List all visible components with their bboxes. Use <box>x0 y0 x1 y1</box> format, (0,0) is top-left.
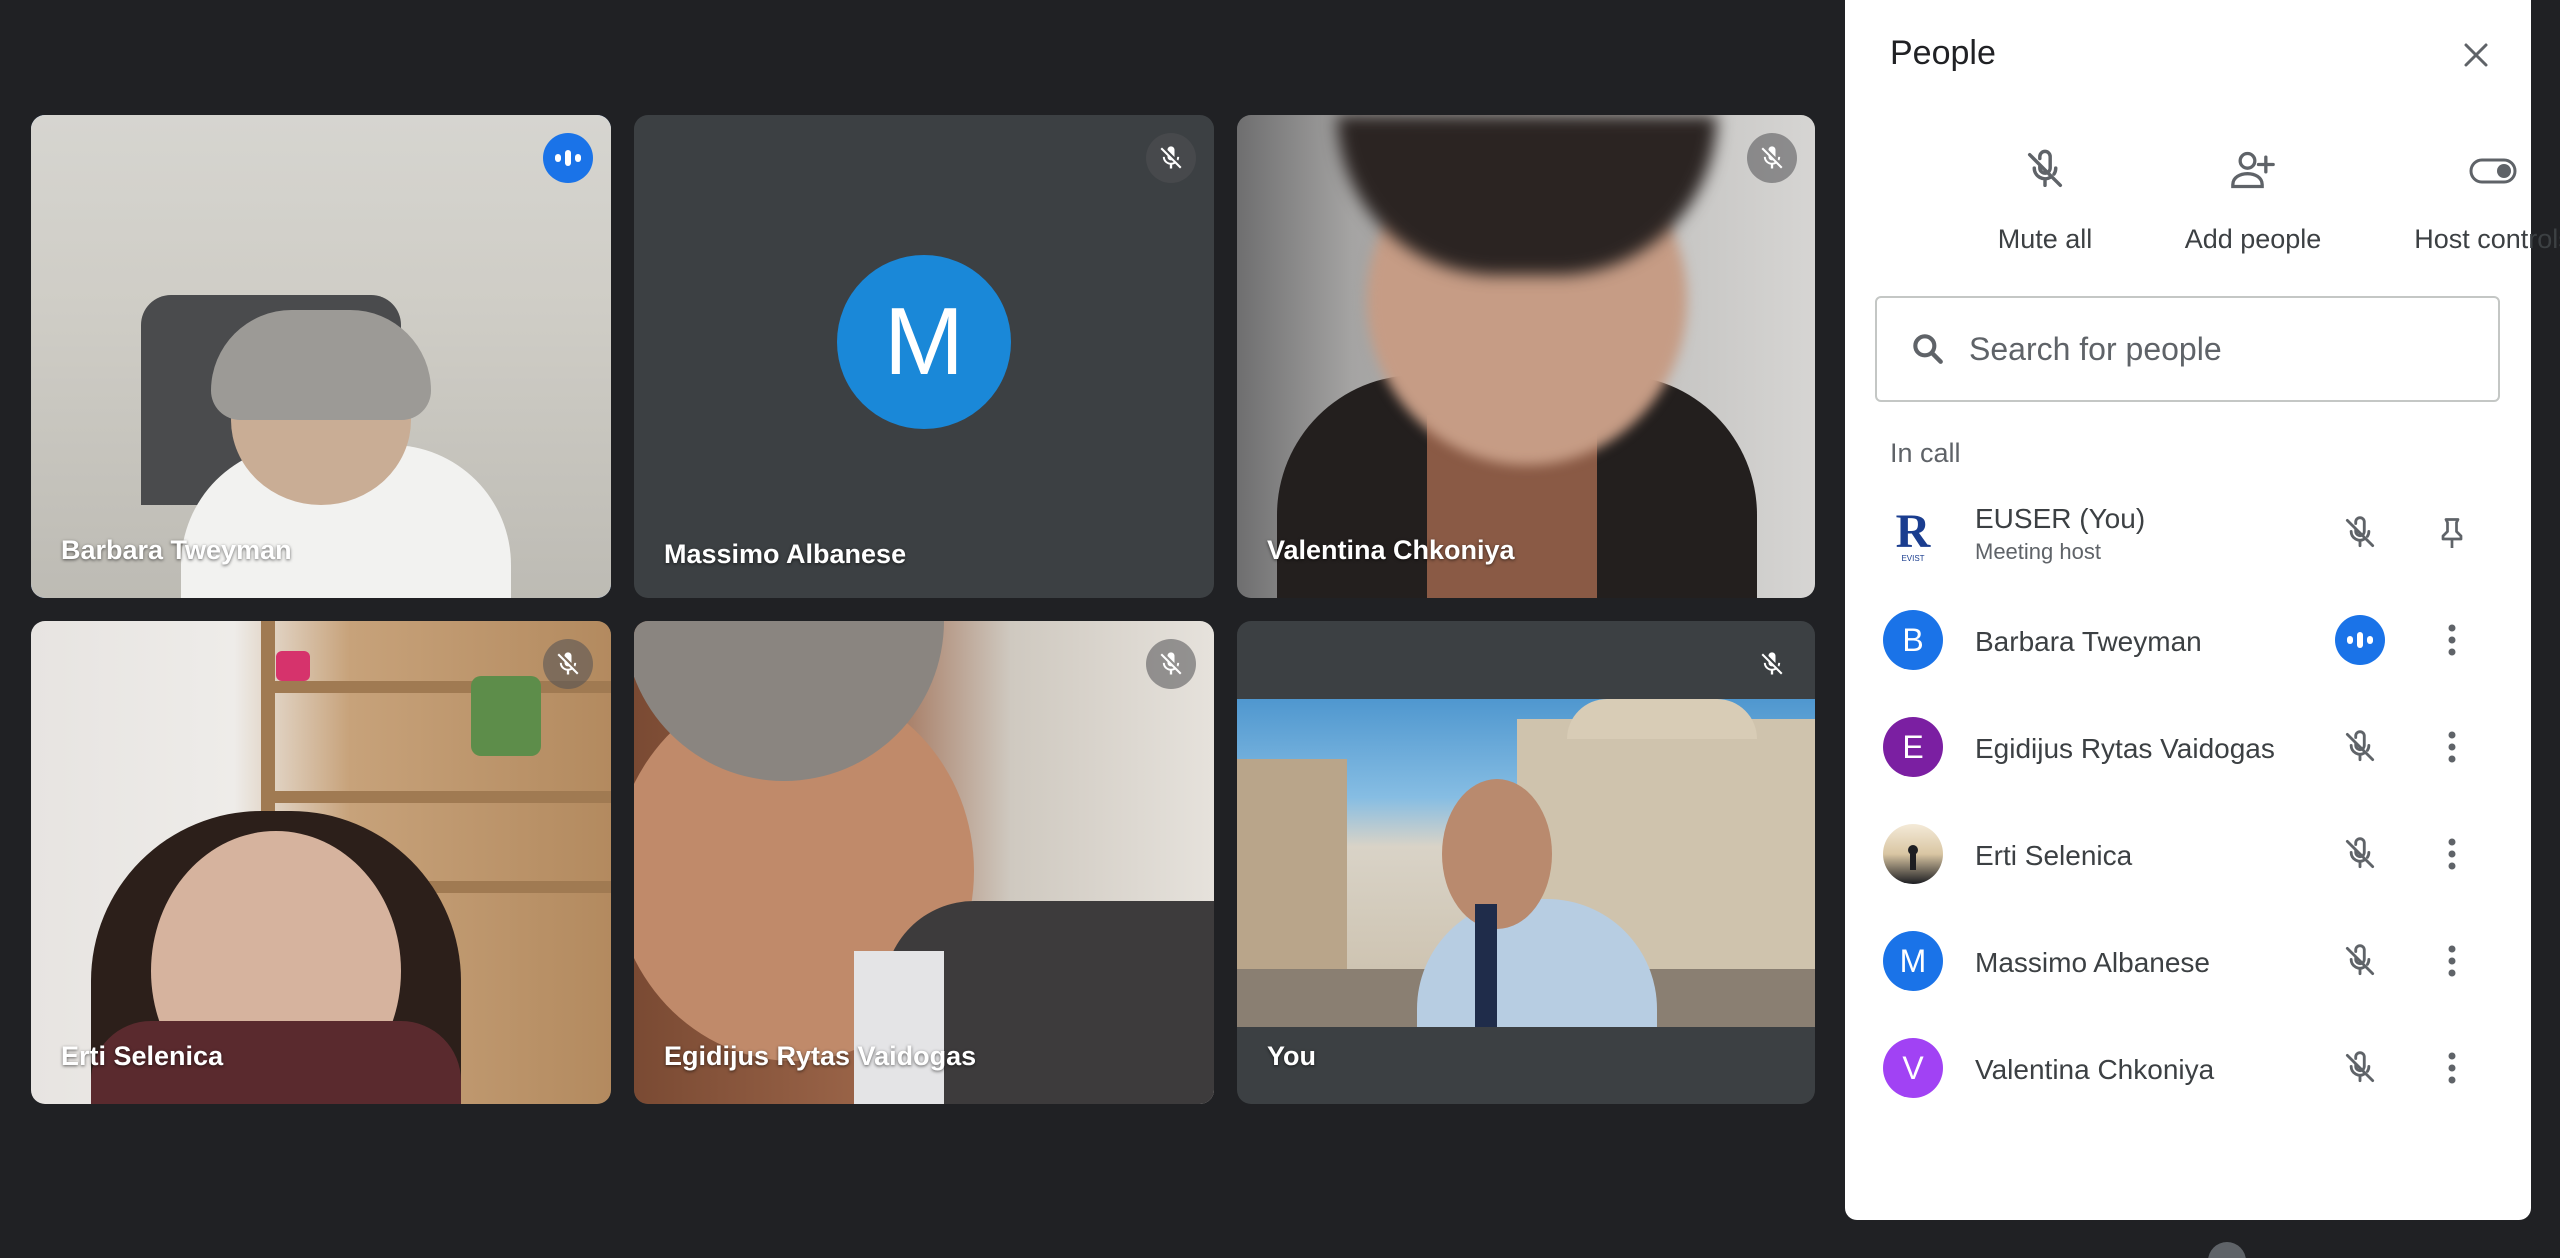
participant-row-valentina[interactable]: V Valentina Chkoniya <box>1845 1018 2531 1118</box>
video-tile-valentina[interactable]: Valentina Chkoniya <box>1237 115 1815 598</box>
mic-off-icon <box>543 639 593 689</box>
participant-row-egidijus[interactable]: E Egidijus Rytas Vaidogas <box>1845 697 2531 797</box>
participant-name: Erti Selenica <box>1975 840 2133 871</box>
mic-off-icon <box>1747 133 1797 183</box>
mute-all-button[interactable]: Mute all <box>1945 140 2145 255</box>
add-person-icon <box>2153 140 2353 200</box>
video-feed <box>31 115 611 598</box>
video-feed <box>1237 699 1815 1027</box>
participant-name: Egidijus Rytas Vaidogas <box>1975 733 2275 764</box>
avatar: V <box>1883 1038 1943 1098</box>
section-label: In call <box>1890 438 1961 468</box>
participant-name: Massimo Albanese <box>1975 947 2211 978</box>
mic-off-icon[interactable] <box>2335 936 2385 986</box>
host-controls-button[interactable]: Host controls <box>2393 140 2560 255</box>
participant-role: Meeting host <box>1975 539 2101 564</box>
search-input[interactable] <box>1969 330 2449 368</box>
avatar: M <box>837 254 1011 429</box>
video-feed <box>634 621 1214 1104</box>
participant-row-euser[interactable]: R EVIST EUSER (You) Meeting host <box>1845 483 2531 583</box>
more-options-icon[interactable] <box>2427 722 2477 772</box>
toggle-icon <box>2393 140 2560 200</box>
participant-name: Valentina Chkoniya <box>1267 535 1515 565</box>
close-icon[interactable] <box>2451 30 2501 80</box>
participant-name: Massimo Albanese <box>664 539 907 569</box>
mic-off-icon <box>1146 133 1196 183</box>
mic-off-icon <box>1146 639 1196 689</box>
panel-title: People <box>1890 34 1996 72</box>
mic-off-icon <box>1945 140 2145 200</box>
search-box[interactable] <box>1875 296 2500 402</box>
participant-name: Barbara Tweyman <box>1975 626 2202 657</box>
add-people-button[interactable]: Add people <box>2153 140 2353 255</box>
speaking-indicator-icon <box>543 133 593 183</box>
avatar: B <box>1883 610 1943 670</box>
mic-off-icon <box>1747 639 1797 689</box>
video-tile-barbara[interactable]: Barbara Tweyman <box>31 115 611 598</box>
participant-row-massimo[interactable]: M Massimo Albanese <box>1845 911 2531 1011</box>
people-panel: People Mute all Add people Host controls… <box>1845 0 2560 1220</box>
video-tile-massimo[interactable]: M Massimo Albanese <box>634 115 1214 598</box>
avatar: R EVIST <box>1883 503 1943 563</box>
collapse-handle-icon[interactable] <box>2208 1242 2246 1258</box>
participant-name: Valentina Chkoniya <box>1975 1054 2215 1085</box>
more-options-icon[interactable] <box>2427 936 2477 986</box>
participant-row-barbara[interactable]: B Barbara Tweyman <box>1845 590 2531 690</box>
video-feed <box>31 621 611 1104</box>
speaking-indicator-icon[interactable] <box>2335 615 2385 665</box>
video-feed <box>1237 115 1815 598</box>
host-controls-label: Host controls <box>2414 224 2560 254</box>
avatar: E <box>1883 717 1943 777</box>
avatar <box>1883 824 1943 884</box>
svg-text:EVIST: EVIST <box>1901 554 1924 563</box>
mute-all-label: Mute all <box>1997 224 2093 254</box>
participant-name: EUSER (You) <box>1975 503 2146 534</box>
mic-off-icon[interactable] <box>2335 722 2385 772</box>
participant-name: Barbara Tweyman <box>61 535 292 565</box>
more-options-icon[interactable] <box>2427 829 2477 879</box>
participant-name: You <box>1267 1041 1316 1071</box>
participant-name: Egidijus Rytas Vaidogas <box>664 1041 977 1071</box>
participant-name: Erti Selenica <box>61 1041 224 1071</box>
mic-off-icon[interactable] <box>2335 1043 2385 1093</box>
participant-row-erti[interactable]: Erti Selenica <box>1845 804 2531 904</box>
video-tile-erti[interactable]: Erti Selenica <box>31 621 611 1104</box>
more-options-icon[interactable] <box>2427 1043 2477 1093</box>
avatar: M <box>1883 931 1943 991</box>
video-tile-you[interactable]: You <box>1237 621 1815 1104</box>
more-options-icon[interactable] <box>2427 615 2477 665</box>
pin-icon[interactable] <box>2427 508 2477 558</box>
add-people-label: Add people <box>2184 224 2322 254</box>
svg-text:R: R <box>1896 505 1932 558</box>
video-tile-egidijus[interactable]: Egidijus Rytas Vaidogas <box>634 621 1214 1104</box>
mic-off-icon[interactable] <box>2335 508 2385 558</box>
search-icon <box>1913 334 1943 364</box>
mic-off-icon[interactable] <box>2335 829 2385 879</box>
